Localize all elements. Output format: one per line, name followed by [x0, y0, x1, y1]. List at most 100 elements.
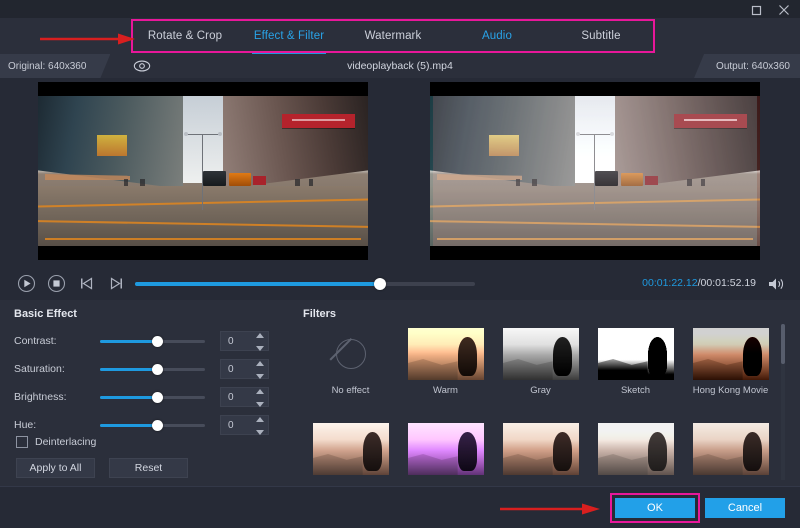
- original-video-frame: [38, 96, 368, 246]
- hue-label: Hue:: [14, 419, 100, 431]
- filters-row-1: No effect Warm Gray Sketch: [303, 328, 781, 404]
- saturation-label: Saturation:: [14, 363, 100, 375]
- apply-to-all-button[interactable]: Apply to All: [16, 458, 95, 478]
- saturation-stepper-arrows[interactable]: [256, 361, 264, 379]
- contrast-stepper[interactable]: 0: [220, 331, 269, 351]
- filter-row2-5[interactable]: [683, 423, 778, 478]
- filter-row2-3[interactable]: [493, 423, 588, 478]
- maximize-icon[interactable]: [748, 2, 764, 18]
- anaglyph-cyan-channel: [430, 96, 757, 246]
- transport-buttons: [16, 273, 127, 294]
- saturation-row: Saturation: 0: [14, 358, 269, 380]
- filters-row-2: [303, 423, 781, 478]
- output-video-preview[interactable]: [430, 82, 760, 260]
- time-display: 00:01:22.12/00:01:52.19: [642, 277, 756, 289]
- brightness-stepper[interactable]: 0: [220, 387, 269, 407]
- filter-thumbnail: [313, 423, 389, 475]
- filter-thumbnail: [693, 328, 769, 380]
- saturation-stepper[interactable]: 0: [220, 359, 269, 379]
- volume-icon[interactable]: [768, 276, 786, 292]
- filter-gray[interactable]: Gray: [493, 328, 588, 404]
- play-icon[interactable]: [16, 273, 37, 294]
- tab-subtitle[interactable]: Subtitle: [549, 18, 653, 54]
- contrast-row: Contrast: 0: [14, 330, 269, 352]
- filter-thumbnail: [503, 423, 579, 475]
- brightness-label: Brightness:: [14, 391, 100, 403]
- letterbox-top: [38, 82, 368, 96]
- basic-effect-section: Basic Effect Contrast: 0 Saturation: 0 B…: [14, 308, 286, 320]
- filter-row2-2[interactable]: [398, 423, 493, 478]
- brightness-stepper-arrows[interactable]: [256, 389, 264, 407]
- seek-bar-handle[interactable]: [374, 278, 386, 290]
- street-scene-original: [38, 96, 368, 246]
- hue-stepper[interactable]: 0: [220, 415, 269, 435]
- filter-no-effect[interactable]: No effect: [303, 328, 398, 404]
- filter-thumbnail: [598, 423, 674, 475]
- brightness-value: 0: [221, 392, 234, 403]
- deinterlacing-label: Deinterlacing: [35, 436, 96, 448]
- filters-section: Filters No effect Warm Gray: [303, 308, 785, 484]
- previous-frame-icon[interactable]: [76, 273, 97, 294]
- basic-effect-title: Basic Effect: [14, 308, 286, 320]
- hue-value: 0: [221, 420, 234, 431]
- close-icon[interactable]: [776, 2, 792, 18]
- cancel-button[interactable]: Cancel: [705, 498, 785, 518]
- filters-scrollbar-thumb[interactable]: [781, 324, 785, 364]
- filter-row2-1[interactable]: [303, 423, 398, 478]
- contrast-label: Contrast:: [14, 335, 100, 347]
- filter-label: No effect: [332, 385, 370, 396]
- current-time: 00:01:22.12: [642, 277, 697, 289]
- output-video-frame: [430, 96, 760, 246]
- letterbox-bottom: [38, 246, 368, 260]
- window-controls: [748, 2, 792, 18]
- reset-button[interactable]: Reset: [109, 458, 188, 478]
- filter-hong-kong-movie[interactable]: Hong Kong Movie: [683, 328, 778, 404]
- filter-thumbnail: [598, 328, 674, 380]
- filter-label: Gray: [530, 385, 551, 396]
- tab-rotate-crop[interactable]: Rotate & Crop: [133, 18, 237, 54]
- hue-stepper-arrows[interactable]: [256, 417, 264, 435]
- file-name-label: videoplayback (5).mp4: [0, 54, 800, 78]
- title-bar: [0, 0, 800, 18]
- filter-thumbnail: [693, 423, 769, 475]
- contrast-value: 0: [221, 336, 234, 347]
- tab-list: Rotate & Crop Effect & Filter Watermark …: [133, 18, 653, 54]
- tab-watermark[interactable]: Watermark: [341, 18, 445, 54]
- deinterlacing-checkbox-box[interactable]: [16, 436, 28, 448]
- file-info-bar: videoplayback (5).mp4 Original: 640x360 …: [0, 54, 800, 78]
- filter-thumbnail: [408, 328, 484, 380]
- saturation-slider[interactable]: [100, 362, 205, 376]
- filter-sketch[interactable]: Sketch: [588, 328, 683, 404]
- stop-icon[interactable]: [46, 273, 67, 294]
- saturation-value: 0: [221, 364, 234, 375]
- video-editor-window: Rotate & Crop Effect & Filter Watermark …: [0, 0, 800, 528]
- eye-icon[interactable]: [133, 58, 151, 74]
- contrast-slider[interactable]: [100, 334, 205, 348]
- original-video-preview[interactable]: [38, 82, 368, 260]
- no-effect-icon: [313, 328, 389, 380]
- deinterlacing-checkbox[interactable]: Deinterlacing: [16, 436, 96, 448]
- brightness-slider[interactable]: [100, 390, 205, 404]
- filter-thumbnail: [503, 328, 579, 380]
- seek-bar-fill: [135, 282, 380, 286]
- filters-title: Filters: [303, 308, 785, 320]
- effects-panel: Basic Effect Contrast: 0 Saturation: 0 B…: [0, 300, 800, 486]
- ok-button[interactable]: OK: [615, 498, 695, 518]
- filter-warm[interactable]: Warm: [398, 328, 493, 404]
- contrast-stepper-arrows[interactable]: [256, 333, 264, 351]
- filters-scrollbar[interactable]: [781, 324, 785, 480]
- filters-grid: No effect Warm Gray Sketch: [303, 328, 781, 478]
- playback-controls: 00:01:22.12/00:01:52.19: [0, 268, 800, 300]
- tab-audio[interactable]: Audio: [445, 18, 549, 54]
- street-scene-filtered: [430, 96, 760, 246]
- filter-row2-4[interactable]: [588, 423, 683, 478]
- preview-stage: [0, 78, 800, 268]
- hue-slider[interactable]: [100, 418, 205, 432]
- filter-label: Sketch: [621, 385, 650, 396]
- seek-bar[interactable]: [135, 282, 475, 286]
- next-frame-icon[interactable]: [106, 273, 127, 294]
- brightness-row: Brightness: 0: [14, 386, 269, 408]
- tab-bar: Rotate & Crop Effect & Filter Watermark …: [0, 18, 800, 54]
- tab-effect-filter[interactable]: Effect & Filter: [237, 18, 341, 54]
- letterbox-top-output: [430, 82, 760, 96]
